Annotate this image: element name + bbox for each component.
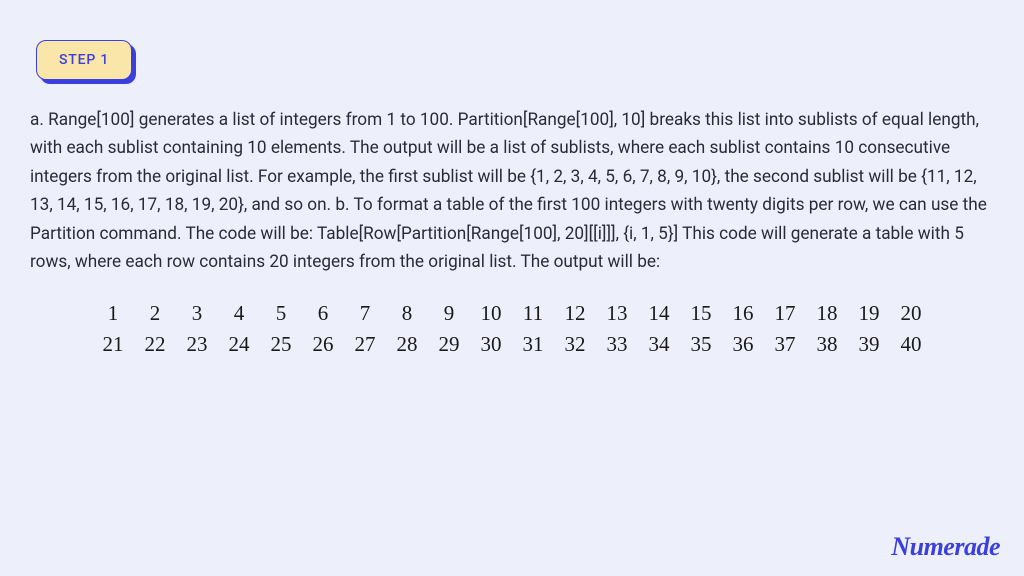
table-cell: 2 (134, 298, 176, 329)
table-cell: 12 (554, 298, 596, 329)
table-cell: 9 (428, 298, 470, 329)
table-cell: 27 (344, 329, 386, 360)
table-cell: 40 (890, 329, 932, 360)
table-cell: 20 (890, 298, 932, 329)
table-cell: 14 (638, 298, 680, 329)
table-row: 1 2 3 4 5 6 7 8 9 10 11 12 13 14 15 16 1… (92, 298, 932, 329)
table-cell: 16 (722, 298, 764, 329)
table-cell: 5 (260, 298, 302, 329)
table-cell: 29 (428, 329, 470, 360)
table-cell: 36 (722, 329, 764, 360)
table-cell: 4 (218, 298, 260, 329)
table-cell: 8 (386, 298, 428, 329)
table-cell: 15 (680, 298, 722, 329)
table-cell: 3 (176, 298, 218, 329)
table-cell: 19 (848, 298, 890, 329)
table-cell: 38 (806, 329, 848, 360)
table-cell: 28 (386, 329, 428, 360)
brand-logo: Numerade (891, 532, 1000, 562)
table-cell: 6 (302, 298, 344, 329)
table-cell: 17 (764, 298, 806, 329)
table-cell: 10 (470, 298, 512, 329)
step-badge: STEP 1 (36, 40, 132, 80)
explanation-text: a. Range[100] generates a list of intege… (30, 106, 994, 276)
integer-table: 1 2 3 4 5 6 7 8 9 10 11 12 13 14 15 16 1… (92, 298, 932, 360)
table-cell: 30 (470, 329, 512, 360)
table-cell: 31 (512, 329, 554, 360)
table-cell: 23 (176, 329, 218, 360)
table-cell: 33 (596, 329, 638, 360)
step-badge-label: STEP 1 (36, 40, 132, 80)
table-cell: 18 (806, 298, 848, 329)
table-cell: 25 (260, 329, 302, 360)
table-cell: 21 (92, 329, 134, 360)
table-cell: 32 (554, 329, 596, 360)
table-cell: 37 (764, 329, 806, 360)
table-cell: 34 (638, 329, 680, 360)
table-row: 21 22 23 24 25 26 27 28 29 30 31 32 33 3… (92, 329, 932, 360)
table-cell: 22 (134, 329, 176, 360)
table-cell: 26 (302, 329, 344, 360)
table-cell: 35 (680, 329, 722, 360)
table-cell: 39 (848, 329, 890, 360)
table-cell: 7 (344, 298, 386, 329)
table-cell: 13 (596, 298, 638, 329)
table-cell: 11 (512, 298, 554, 329)
table-cell: 24 (218, 329, 260, 360)
table-cell: 1 (92, 298, 134, 329)
